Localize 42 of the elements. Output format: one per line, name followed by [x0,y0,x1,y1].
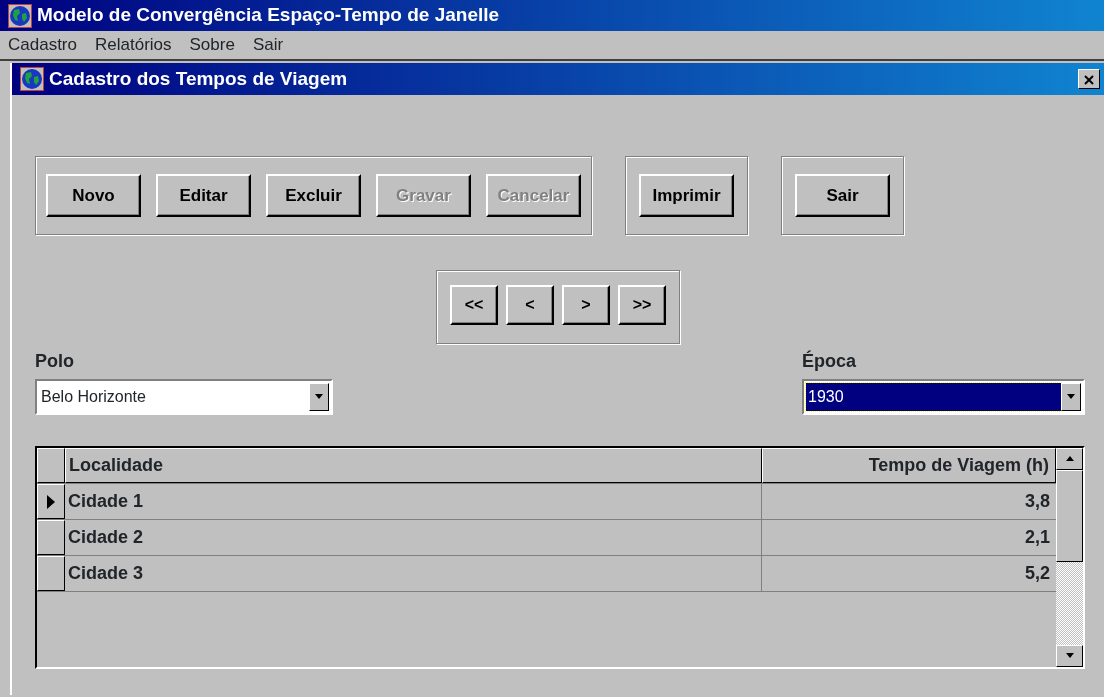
down-arrow-icon [314,393,324,401]
dialog-title: Cadastro dos Tempos de Viagem [49,66,348,91]
menu-item[interactable]: Relatórios [95,32,172,58]
close-icon [1083,74,1095,87]
scrollbar[interactable] [1056,448,1083,667]
table-cell: Cidade 2 [65,520,762,555]
column-header[interactable]: Localidade [65,448,762,483]
down-arrow-icon [1064,652,1075,660]
row-header-cell [37,448,65,483]
field-label: Época [802,349,858,373]
up-arrow-icon [1064,455,1075,463]
table-cell-text: 2,1 [1023,526,1051,549]
toolbar-button[interactable]: Novo [46,174,141,217]
toolbar-button[interactable]: Editar [156,174,251,217]
row-selector[interactable] [37,520,65,555]
table-cell: Cidade 1 [65,484,762,519]
globe-icon [20,67,44,91]
nav-button[interactable]: << [450,285,498,325]
menu-item[interactable]: Sobre [189,32,235,58]
toolbar-button[interactable]: Excluir [266,174,361,217]
row-selector[interactable] [37,556,65,591]
toolbar-button[interactable]: Sair [795,174,890,217]
field-label: Polo [35,350,75,373]
toolbar-button[interactable]: Imprimir [639,174,734,217]
table-cell: Cidade 3 [65,556,762,591]
window-title: Modelo de Convergência Espaço-Tempo de Janelle [37,3,500,28]
table-cell-text: 3,8 [1023,490,1051,513]
nav-button[interactable]: > [562,285,610,325]
down-arrow-icon [1066,393,1076,401]
nav-button[interactable]: < [506,285,554,325]
dropdown-button[interactable] [309,383,329,411]
dropdown-field[interactable]: 1930 [802,379,1085,415]
nav-button[interactable]: >> [618,285,666,325]
dropdown-button[interactable] [1061,383,1081,411]
dropdown-field[interactable]: Belo Horizonte [35,379,333,415]
table-cell-text: 5,2 [1023,562,1051,585]
column-header[interactable]: Tempo de Viagem (h) [762,448,1056,483]
menu-item[interactable]: Sair [252,32,284,58]
globe-icon [8,3,32,28]
close-button[interactable] [1078,69,1100,89]
menu-item[interactable]: Cadastro [8,32,77,58]
row-selector[interactable] [37,484,65,519]
